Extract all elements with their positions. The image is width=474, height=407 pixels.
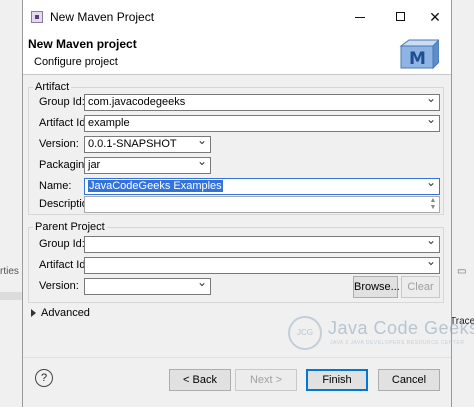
wizard-subtitle: Configure project bbox=[34, 56, 118, 68]
finish-button[interactable]: Finish bbox=[306, 369, 368, 391]
footer-separator bbox=[23, 357, 451, 358]
clear-button[interactable]: Clear bbox=[401, 276, 440, 298]
wizard-title: New Maven project bbox=[28, 37, 137, 51]
expand-arrow-icon bbox=[31, 309, 36, 318]
group-id-combo[interactable]: com.javacodegeeks bbox=[84, 91, 440, 111]
eclipse-app-icon bbox=[31, 11, 43, 23]
parent-group-id-label: Group Id: bbox=[39, 238, 85, 250]
background-toolbar-icon: ▭ bbox=[457, 266, 467, 277]
parent-version-combo[interactable] bbox=[84, 275, 211, 295]
jcg-logo-icon: JCG bbox=[288, 316, 322, 350]
description-textarea[interactable]: ▲ ▼ bbox=[84, 196, 440, 213]
minimize-button[interactable] bbox=[343, 4, 377, 30]
java-code-geeks-watermark: JCG Java Code Geeks JAVA 2 JAVA DEVELOPE… bbox=[288, 316, 474, 356]
advanced-section-toggle[interactable]: Advanced bbox=[31, 307, 90, 319]
new-maven-project-dialog: New Maven Project ✕ New Maven project Co… bbox=[22, 0, 474, 407]
name-selected-text: JavaCodeGeeks Examples bbox=[88, 180, 223, 192]
watermark-text: Java Code Geeks bbox=[328, 318, 474, 338]
parent-project-group-label: Parent Project bbox=[33, 221, 107, 233]
advanced-label: Advanced bbox=[41, 307, 90, 319]
title-bar[interactable]: New Maven Project ✕ bbox=[23, 0, 451, 34]
window-title: New Maven Project bbox=[50, 10, 155, 24]
background-ide-left bbox=[0, 0, 24, 407]
browse-button[interactable]: Browse... bbox=[353, 276, 400, 298]
svg-text:M: M bbox=[409, 49, 426, 69]
maven-logo-icon: M bbox=[399, 39, 439, 70]
packaging-combo[interactable]: jar bbox=[84, 154, 211, 174]
wizard-header: New Maven project Configure project M bbox=[23, 34, 451, 75]
background-bar bbox=[0, 292, 24, 300]
scroll-down-icon[interactable]: ▼ bbox=[427, 204, 439, 212]
next-button[interactable]: Next > bbox=[235, 369, 297, 391]
artifact-group-label: Artifact bbox=[33, 81, 72, 93]
version-label: Version: bbox=[39, 138, 79, 150]
parent-group-id-combo[interactable] bbox=[84, 233, 440, 253]
parent-artifact-id-label: Artifact Id: bbox=[39, 259, 89, 271]
parent-version-label: Version: bbox=[39, 280, 79, 292]
artifact-id-label: Artifact Id: bbox=[39, 117, 89, 129]
artifact-id-combo[interactable]: example bbox=[84, 112, 440, 132]
parent-artifact-id-combo[interactable] bbox=[84, 254, 440, 274]
version-combo[interactable]: 0.0.1-SNAPSHOT bbox=[84, 133, 211, 153]
help-icon[interactable]: ? bbox=[35, 369, 53, 387]
background-properties-tab: rties bbox=[0, 266, 19, 277]
close-button[interactable]: ✕ bbox=[418, 4, 452, 30]
parent-project-group: Parent Project Group Id: Artifact Id: Ve… bbox=[28, 221, 444, 303]
name-combo[interactable]: JavaCodeGeeks Examples bbox=[84, 175, 440, 195]
back-button[interactable]: < Back bbox=[169, 369, 231, 391]
artifact-group: Artifact Group Id: com.javacodegeeks Art… bbox=[28, 81, 444, 215]
name-label: Name: bbox=[39, 180, 72, 192]
watermark-subtext: JAVA 2 JAVA DEVELOPERS RESOURCE CENTER bbox=[330, 340, 465, 346]
cancel-button[interactable]: Cancel bbox=[378, 369, 440, 391]
maximize-button[interactable] bbox=[384, 4, 418, 30]
group-id-label: Group Id: bbox=[39, 96, 85, 108]
